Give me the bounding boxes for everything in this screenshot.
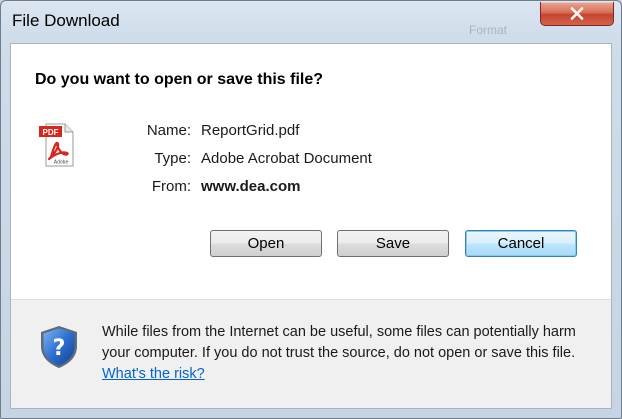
file-type-value: Adobe Acrobat Document [201, 150, 372, 167]
dialog-content: Do you want to open or save this file? P… [10, 43, 612, 409]
security-warning: While files from the Internet can be use… [102, 322, 597, 385]
close-button[interactable] [540, 2, 614, 26]
dialog-question: Do you want to open or save this file? [35, 71, 324, 88]
from-label: From: [151, 178, 191, 195]
save-button[interactable]: Save [337, 230, 449, 257]
close-icon [570, 7, 584, 20]
type-label: Type: [154, 150, 191, 167]
warning-text: While files from the Internet can be use… [102, 324, 576, 361]
title-bar[interactable]: Format File Download [1, 1, 621, 43]
svg-text:Adobe: Adobe [54, 160, 69, 166]
name-label: Name: [146, 122, 191, 139]
svg-text:PDF: PDF [43, 128, 59, 137]
open-button[interactable]: Open [210, 230, 322, 257]
cancel-button[interactable]: Cancel [465, 230, 577, 257]
whats-the-risk-link[interactable]: What's the risk? [102, 366, 205, 382]
window-title: File Download [12, 11, 120, 30]
security-warning-section: ? While files from the Internet can be u… [11, 300, 611, 408]
file-source-value: www.dea.com [201, 178, 301, 195]
file-name-value: ReportGrid.pdf [201, 122, 300, 139]
file-download-dialog: Format File Download Do you want to open… [0, 0, 622, 419]
pdf-file-icon: PDF Adobe [37, 121, 77, 174]
security-shield-icon: ? [38, 324, 80, 375]
background-window-text: Format [469, 23, 508, 37]
svg-text:?: ? [53, 336, 66, 361]
